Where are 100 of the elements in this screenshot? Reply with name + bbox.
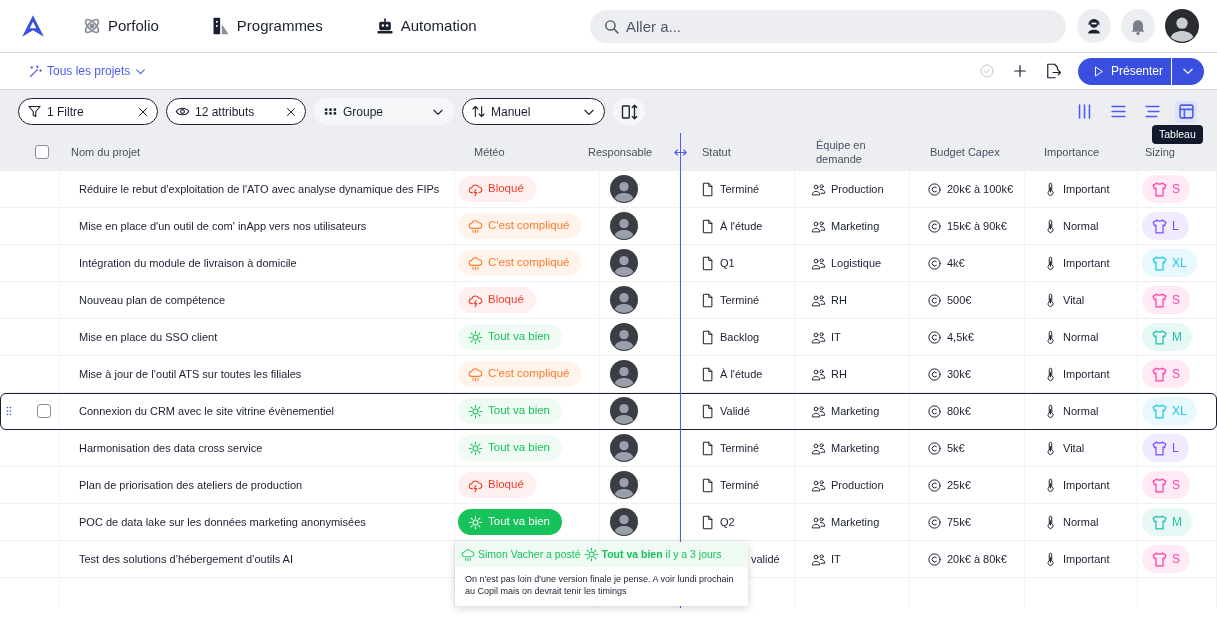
weather-badge[interactable]: Bloqué	[458, 472, 536, 498]
column-header[interactable]: Nom du projet	[71, 143, 141, 161]
status-text: Q1	[720, 255, 735, 271]
column-header[interactable]: Statut	[702, 143, 731, 161]
people-icon	[811, 477, 826, 493]
select-all-checkbox[interactable]	[35, 145, 49, 159]
avatar	[610, 508, 638, 536]
project-name[interactable]: Intégration du module de livraison à domicile	[79, 254, 297, 272]
present-menu-button[interactable]	[1171, 57, 1204, 85]
column-header[interactable]: Météo	[474, 143, 505, 161]
sun-icon	[468, 403, 483, 419]
storm-icon	[468, 181, 483, 197]
t-shirt-icon	[1151, 550, 1168, 568]
check-circle-icon	[978, 63, 995, 79]
project-name[interactable]: Réduire le rebut d'exploitation de l'ATO avec analyse dynamique des FIPs	[79, 180, 440, 198]
attributes-chip[interactable]: 12 attributs	[166, 98, 306, 125]
sizing-badge: L	[1142, 212, 1189, 240]
time-text: il y a 3 jours	[665, 546, 722, 562]
t-shirt-icon	[1151, 365, 1168, 383]
importance-text: Important	[1063, 366, 1110, 382]
sort-dropdown[interactable]: Manuel	[462, 98, 605, 125]
filter-chip[interactable]: 1 Filtre	[18, 98, 158, 125]
status-text: Terminé	[720, 292, 760, 308]
comment-text: On n'est pas loin d'une version finale je pense. A voir lundi prochain au Copil mais on devrait tenir les timings	[464, 573, 735, 598]
status-text: validé	[751, 551, 780, 567]
budget-text: 500€	[947, 292, 972, 308]
project-name[interactable]: Mise à jour de l’outil ATS sur toutes les filiales	[79, 365, 302, 383]
project-name[interactable]: Connexion du CRM avec le site vitrine évènementiel	[79, 402, 334, 420]
sun-icon	[583, 547, 599, 562]
team-text: IT	[831, 551, 841, 567]
team-text: Production	[831, 477, 884, 493]
column-header[interactable]: Importance	[1044, 143, 1100, 161]
file-icon	[700, 366, 715, 382]
user-avatar[interactable]	[1165, 9, 1199, 43]
file-icon	[700, 514, 715, 530]
coin-icon	[927, 551, 942, 567]
scope-dropdown[interactable]: Tous les projets	[28, 62, 148, 80]
people-icon	[811, 181, 826, 197]
weather-badge[interactable]: Bloqué	[458, 287, 536, 313]
author-text: Simon Vacher a posté	[478, 546, 581, 562]
team-text: Logistique	[831, 255, 882, 271]
storm-icon	[468, 477, 483, 493]
team-text: Marketing	[831, 218, 880, 234]
project-name[interactable]: Mise en place du SSO client	[79, 328, 218, 346]
coin-icon	[927, 440, 942, 456]
sizing-badge: M	[1142, 508, 1192, 536]
status-text: Terminé	[720, 181, 760, 197]
column-header[interactable]: Responsable	[588, 143, 653, 161]
view-button[interactable]	[1175, 100, 1197, 123]
support-button[interactable]	[1077, 9, 1111, 43]
nav-link[interactable]: Porfolio	[82, 14, 159, 38]
group-dropdown[interactable]: Groupe	[314, 98, 454, 125]
coin-icon	[927, 255, 942, 271]
rain-cloud-icon	[468, 218, 483, 234]
column-header[interactable]: Équipe en demande	[816, 138, 878, 166]
nav-link[interactable]: Automation	[374, 14, 477, 38]
atom-icon	[82, 16, 102, 36]
t-shirt-icon	[1151, 513, 1168, 531]
avatar	[610, 249, 638, 277]
file-icon	[700, 292, 715, 308]
rain-cloud-icon	[468, 255, 483, 271]
importance-text: Important	[1063, 477, 1110, 493]
sun-icon	[468, 329, 483, 345]
file-icon	[700, 255, 715, 271]
team-text: Marketing	[831, 514, 880, 530]
list-view-icon	[1109, 103, 1127, 120]
weather-badge[interactable]: Bloqué	[458, 176, 536, 202]
project-name[interactable]: POC de data lake sur les données marketing anonymisées	[79, 513, 366, 531]
sizing-badge: L	[1142, 434, 1189, 462]
row-checkbox[interactable]	[37, 404, 51, 418]
logo-icon	[20, 13, 46, 39]
people-icon	[811, 551, 826, 567]
rain-cloud-icon	[468, 366, 483, 382]
project-name[interactable]: Test des solutions d’hébergement d’outils AI	[79, 550, 294, 568]
sun-icon	[468, 514, 483, 530]
team-text: Production	[831, 181, 884, 197]
project-name[interactable]: Mise en place d'un outil de com' inApp vers nos utilisateurs	[79, 217, 367, 235]
project-name[interactable]: Nouveau plan de compétence	[79, 291, 226, 309]
budget-text: 20k€ à 80k€	[947, 551, 1007, 567]
column-header[interactable]: Sizing	[1145, 143, 1175, 161]
sizing-badge: S	[1142, 286, 1190, 314]
column-header[interactable]: Budget Capex	[930, 143, 1000, 161]
coin-icon	[927, 514, 942, 530]
row-height-button[interactable]	[613, 98, 645, 125]
sizing-badge: XL	[1142, 397, 1197, 425]
search-field[interactable]: Aller a...	[590, 9, 1066, 43]
importance-text: Normal	[1063, 329, 1099, 345]
t-shirt-icon	[1151, 254, 1168, 272]
sizing-badge: S	[1142, 175, 1190, 203]
budget-text: 4k€	[947, 255, 965, 271]
present-button[interactable]: Présenter	[1077, 57, 1171, 85]
budget-text: 4,5k€	[947, 329, 974, 345]
status-text: À l'étude	[720, 366, 763, 382]
notifications-button[interactable]	[1121, 9, 1155, 43]
importance-text: Normal	[1063, 218, 1099, 234]
sizing-badge: XL	[1142, 249, 1197, 277]
wand-icon	[28, 63, 43, 79]
nav-link[interactable]: Programmes	[210, 14, 323, 38]
project-name[interactable]: Harmonisation des data cross service	[79, 439, 263, 457]
project-name[interactable]: Plan de priorisation des ateliers de production	[79, 476, 303, 494]
